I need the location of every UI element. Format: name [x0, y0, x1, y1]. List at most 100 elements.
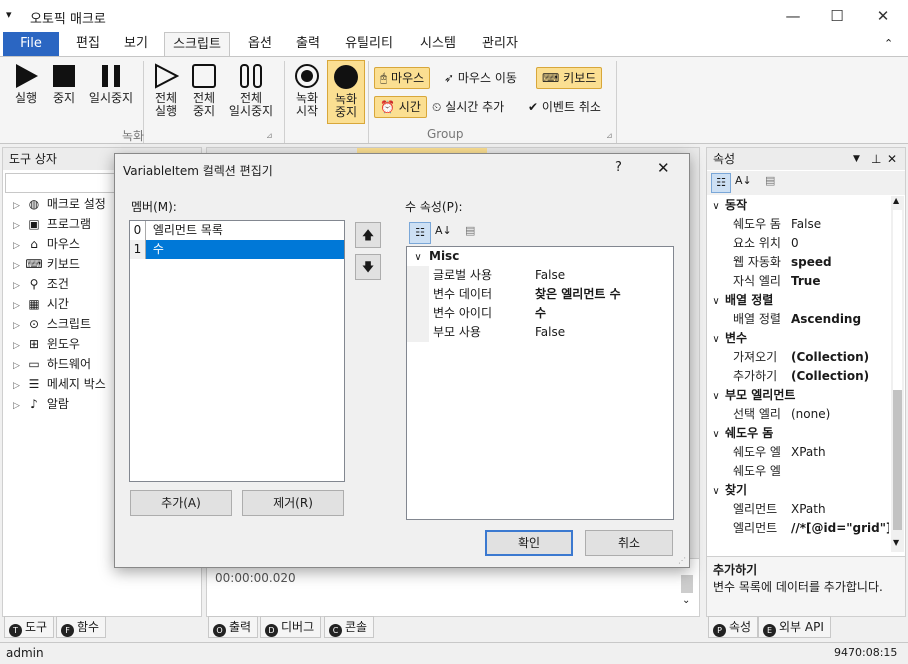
tab-script[interactable]: 스크립트: [164, 32, 230, 56]
close-button[interactable]: ✕: [860, 0, 906, 32]
toolbox-item[interactable]: ▷ ▦ 시간: [13, 294, 69, 314]
tab-edit[interactable]: 편집: [66, 32, 110, 56]
tab-properties[interactable]: P 속성: [708, 616, 759, 638]
ok-button[interactable]: 확인: [485, 530, 573, 556]
property-row[interactable]: 추가하기 (Collection): [707, 367, 887, 386]
property-category[interactable]: ∨ 배열 정렬: [707, 291, 773, 310]
dialog-launcher-icon[interactable]: ⊿: [606, 131, 613, 140]
members-list[interactable]: 0 엘리먼트 목록 1 수: [129, 220, 345, 482]
event-cancel-button[interactable]: ✔ 이벤트 취소: [528, 96, 601, 118]
quick-access-icon[interactable]: ▾: [6, 8, 12, 21]
property-category[interactable]: ∨ 동작: [707, 196, 747, 215]
pause-button[interactable]: 일시중지: [84, 63, 138, 105]
tab-options[interactable]: 옵션: [238, 32, 282, 56]
categorized-icon[interactable]: ☷: [409, 222, 431, 244]
property-row[interactable]: 쉐도우 엘 XPath: [707, 443, 887, 462]
cancel-button[interactable]: 취소: [585, 530, 673, 556]
toolbox-item[interactable]: ▷ ⚲ 조건: [13, 274, 69, 294]
toolbox-item[interactable]: ▷ ☰ 메세지 박스: [13, 374, 106, 394]
list-item-selected[interactable]: 1 수: [130, 240, 344, 259]
tab-file[interactable]: File: [3, 32, 59, 56]
toolbox-item[interactable]: ▷ ⌨ 키보드: [13, 254, 80, 274]
categorized-icon[interactable]: ☷: [711, 173, 731, 193]
toolbox-item[interactable]: ▷ ◍ 매크로 설정: [13, 194, 106, 214]
dialog-close-button[interactable]: ✕: [657, 159, 670, 177]
property-pages-icon[interactable]: ▤: [465, 224, 475, 237]
tab-external-api[interactable]: E 외부 API: [758, 616, 831, 638]
property-row[interactable]: 웹 자동화 speed: [707, 253, 887, 272]
list-item[interactable]: 0 엘리먼트 목록: [130, 221, 344, 240]
toolbox-item[interactable]: ▷ ♪ 알람: [13, 394, 69, 414]
tab-console[interactable]: C 콘솔: [324, 616, 375, 638]
realtime-add-button[interactable]: ⏲ 실시간 추가: [432, 96, 504, 118]
tab-debug[interactable]: D 디버그: [260, 616, 322, 638]
tab-output-panel[interactable]: O 출력: [208, 616, 259, 638]
ribbon-tabs: File 편집 보기 스크립트 옵션 출력 유틸리티 시스템 관리자 ⌃: [0, 32, 908, 56]
mouse-toggle[interactable]: 🖰 마우스: [374, 67, 431, 89]
pause-all-button[interactable]: 전체 일시중지: [224, 63, 278, 118]
collapse-ribbon-icon[interactable]: ⌃: [884, 37, 893, 50]
dialog-property-row[interactable]: 글로벌 사용 False: [407, 266, 673, 285]
mouse-move-button[interactable]: ➶ 마우스 이동: [444, 67, 517, 89]
toolbox-item[interactable]: ▷ ⊞ 윈도우: [13, 334, 80, 354]
record-icon: [295, 64, 319, 88]
properties-label: 수 속성(P):: [405, 200, 463, 214]
toolbox-item[interactable]: ▷ ⌂ 마우스: [13, 234, 80, 254]
run-all-button[interactable]: 전체 실행: [148, 63, 184, 118]
stop-all-button[interactable]: 전체 중지: [186, 63, 222, 118]
property-row[interactable]: 자식 엘리 True: [707, 272, 887, 291]
toolbox-item[interactable]: ▷ ⊙ 스크립트: [13, 314, 91, 334]
move-up-button[interactable]: 🡅: [355, 222, 381, 248]
run-button[interactable]: 실행: [8, 63, 44, 105]
property-category[interactable]: ∨ 부모 엘리먼트: [707, 386, 795, 405]
tab-tools[interactable]: T 도구: [4, 616, 55, 638]
scroll-down-icon[interactable]: ⌄: [682, 595, 690, 606]
tab-functions[interactable]: F 함수: [56, 616, 107, 638]
category-header[interactable]: ∨ Misc: [407, 247, 673, 266]
tab-admin[interactable]: 관리자: [472, 32, 528, 56]
property-row[interactable]: 가져오기 (Collection): [707, 348, 887, 367]
time-toggle[interactable]: ⏰ 시간: [374, 96, 427, 118]
add-button[interactable]: 추가(A): [130, 490, 232, 516]
help-button[interactable]: ?: [615, 160, 622, 175]
dialog-launcher-icon[interactable]: ⊿: [266, 131, 273, 140]
tab-output[interactable]: 출력: [286, 32, 330, 56]
record-stop-button[interactable]: 녹화 중지: [327, 60, 365, 124]
tab-view[interactable]: 보기: [114, 32, 158, 56]
dropdown-icon[interactable]: ▼: [853, 148, 860, 170]
keyboard-toggle[interactable]: ⌨ 키보드: [536, 67, 603, 89]
tab-system[interactable]: 시스템: [410, 32, 466, 56]
property-row[interactable]: 엘리먼트//*[@id="grid"]: [707, 519, 889, 538]
dialog-property-row[interactable]: 변수 데이터 찾은 엘리먼트 수: [407, 285, 673, 304]
tab-utility[interactable]: 유틸리티: [336, 32, 402, 56]
property-category[interactable]: ∨ 찾기: [707, 481, 747, 500]
maximize-button[interactable]: ☐: [814, 0, 860, 32]
remove-button[interactable]: 제거(R): [242, 490, 344, 516]
close-panel-icon[interactable]: ✕: [887, 148, 897, 170]
toolbox-item[interactable]: ▷ ▣ 프로그램: [13, 214, 91, 234]
property-row[interactable]: 쉐도우 돔 False: [707, 215, 887, 234]
property-row[interactable]: 선택 엘리 (none): [707, 405, 887, 424]
output-scrollbar[interactable]: [681, 575, 693, 593]
dialog-property-row[interactable]: 변수 아이디 수: [407, 304, 673, 323]
sort-alpha-icon[interactable]: A↓: [735, 174, 752, 187]
property-pages-icon[interactable]: ▤: [765, 174, 775, 187]
property-row[interactable]: 쉐도우 엘: [707, 462, 887, 481]
move-down-button[interactable]: 🡇: [355, 254, 381, 280]
sort-alpha-icon[interactable]: A↓: [435, 224, 452, 237]
property-category[interactable]: ∨ 변수: [707, 329, 747, 348]
minimize-button[interactable]: —: [770, 0, 816, 32]
property-category[interactable]: ∨ 쉐도우 돔: [707, 424, 773, 443]
property-row[interactable]: 요소 위치 0: [707, 234, 887, 253]
property-row[interactable]: 배열 정렬 Ascending: [707, 310, 887, 329]
scroll-up-icon[interactable]: ▲: [893, 196, 899, 205]
toolbox-item[interactable]: ▷ ▭ 하드웨어: [13, 354, 91, 374]
resize-grip-icon[interactable]: ⋰: [678, 556, 686, 565]
scroll-down-icon[interactable]: ▼: [893, 538, 899, 547]
stop-button[interactable]: 중지: [46, 63, 82, 105]
pin-icon[interactable]: ⊥: [871, 148, 881, 170]
properties-scrollbar[interactable]: ▲ ▼: [891, 196, 904, 552]
dialog-property-row[interactable]: 부모 사용 False: [407, 323, 673, 342]
property-row[interactable]: 엘리먼트 XPath: [707, 500, 887, 519]
record-start-button[interactable]: 녹화 시작: [289, 63, 325, 118]
